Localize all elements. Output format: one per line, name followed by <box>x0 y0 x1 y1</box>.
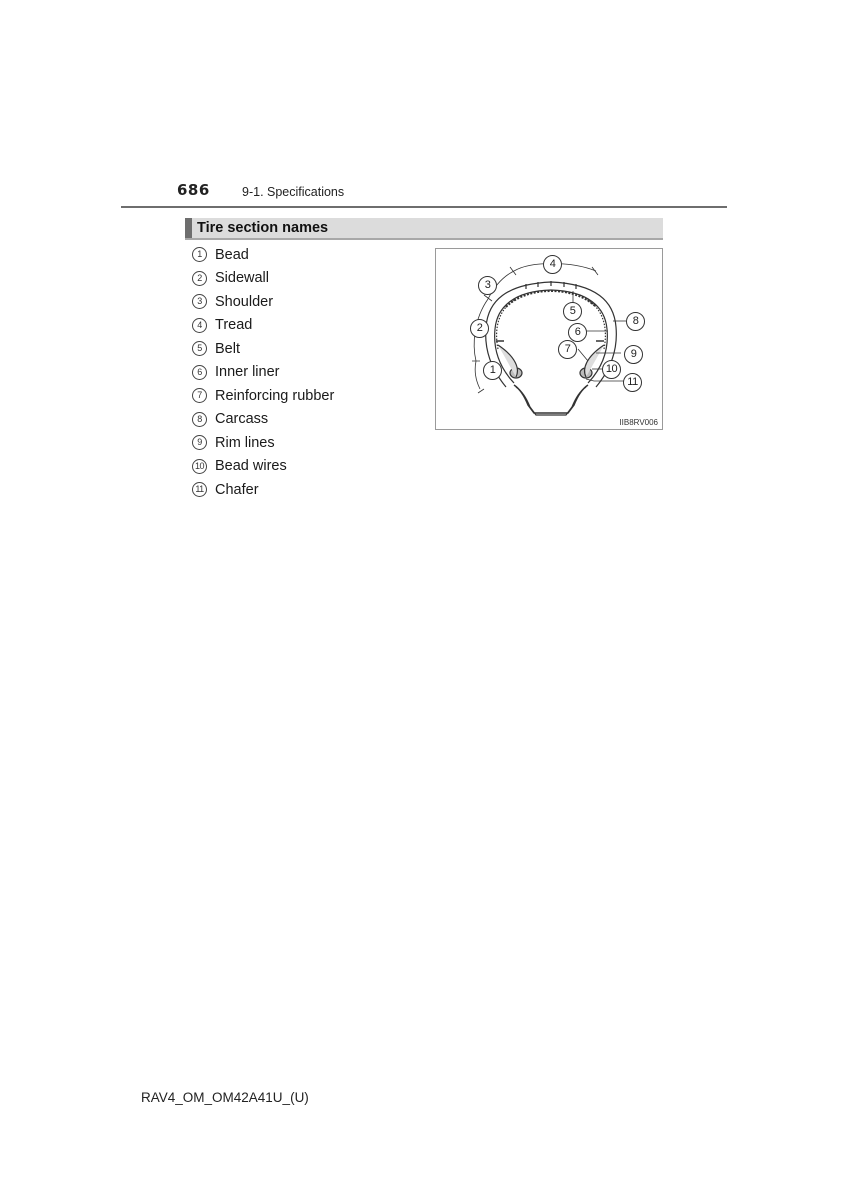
item-number: 5 <box>192 341 207 357</box>
section-heading-bar: Tire section names <box>185 218 663 240</box>
callout-3: 3 <box>478 276 497 295</box>
item-label: Reinforcing rubber <box>215 387 335 404</box>
list-item: 3 Shoulder <box>192 290 334 314</box>
item-label: Rim lines <box>215 434 275 451</box>
item-number: 7 <box>192 388 207 404</box>
item-label: Sidewall <box>215 270 269 287</box>
callout-1: 1 <box>483 361 502 380</box>
item-label: Belt <box>215 340 240 357</box>
item-label: Chafer <box>215 481 259 498</box>
bead-dimension-arc <box>474 360 481 390</box>
list-item: 7 Reinforcing rubber <box>192 384 334 408</box>
leader-7 <box>577 348 589 362</box>
list-item: 2 Sidewall <box>192 267 334 291</box>
callout-2: 2 <box>470 319 489 338</box>
item-label: Bead <box>215 246 249 263</box>
item-number: 8 <box>192 411 207 427</box>
callout-10: 10 <box>602 360 621 379</box>
callout-4: 4 <box>543 255 562 274</box>
list-item: 5 Belt <box>192 337 334 361</box>
figure-code: IIB8RV006 <box>619 418 658 427</box>
section-heading-accent <box>185 218 192 238</box>
list-item: 4 Tread <box>192 314 334 338</box>
item-number: 3 <box>192 294 207 310</box>
callout-5: 5 <box>563 302 582 321</box>
document-code: RAV4_OM_OM42A41U_(U) <box>141 1090 309 1105</box>
item-label: Inner liner <box>215 364 280 381</box>
item-number: 1 <box>192 247 207 263</box>
item-number: 2 <box>192 270 207 286</box>
item-number: 6 <box>192 364 207 380</box>
list-item: 11 Chafer <box>192 478 334 502</box>
list-item: 8 Carcass <box>192 408 334 432</box>
item-label: Shoulder <box>215 293 274 310</box>
item-label: Bead wires <box>215 458 287 475</box>
inner-liner-line <box>495 298 607 350</box>
item-label: Carcass <box>215 411 269 428</box>
callout-8: 8 <box>626 312 645 331</box>
tire-parts-list: 1 Bead 2 Sidewall 3 Shoulder 4 Tread 5 Belt 6… <box>192 243 334 502</box>
belt-line <box>505 289 597 308</box>
tire-cross-section-diagram <box>472 263 626 416</box>
list-item: 6 Inner liner <box>192 361 334 385</box>
list-item: 10 Bead wires <box>192 455 334 479</box>
callout-11: 11 <box>623 373 642 392</box>
callout-6: 6 <box>568 323 587 342</box>
callout-7: 7 <box>558 340 577 359</box>
header-divider <box>121 206 727 208</box>
list-item: 9 Rim lines <box>192 431 334 455</box>
item-number: 9 <box>192 435 207 451</box>
item-number: 10 <box>192 458 207 474</box>
callout-9: 9 <box>624 345 643 364</box>
list-item: 1 Bead <box>192 243 334 267</box>
section-heading: Tire section names <box>197 220 329 236</box>
item-number: 11 <box>192 482 207 498</box>
item-label: Tread <box>215 317 253 334</box>
item-number: 4 <box>192 317 207 333</box>
tread-grooves <box>525 281 577 289</box>
chapter-section-label: 9-1. Specifications <box>242 185 345 199</box>
tire-cross-section-figure: 4 3 5 8 2 6 7 9 10 1 11 IIB8RV006 <box>435 248 663 430</box>
page-number: 686 <box>177 181 210 199</box>
